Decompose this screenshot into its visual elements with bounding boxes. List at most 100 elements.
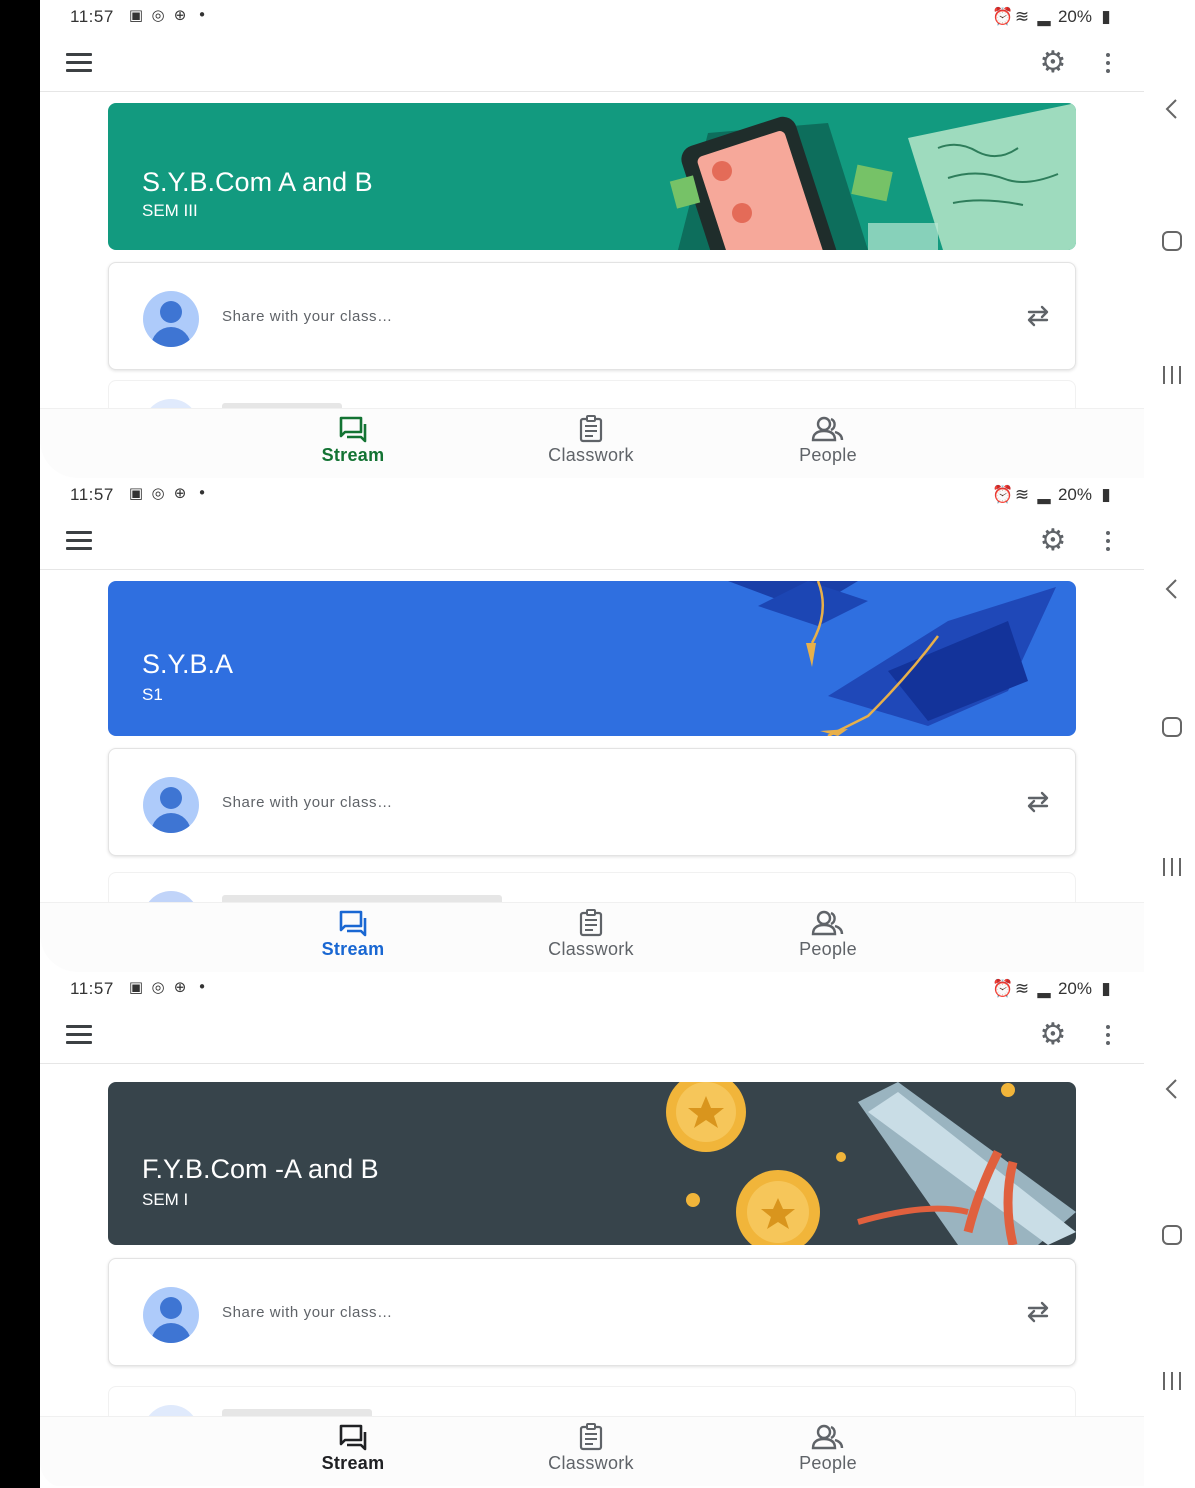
tab-stream[interactable]: Stream [273,1423,433,1483]
battery-level: 20% [1057,7,1092,26]
status-time: 11:57 [70,7,114,26]
avatar [143,777,199,833]
tab-people[interactable]: People [748,1423,908,1483]
avatar [143,1287,199,1343]
stream-icon [339,1424,367,1451]
notification-icon: ▣ [128,978,144,996]
app-bar: ⚙ [40,1008,1144,1064]
tab-stream[interactable]: Stream [273,909,433,969]
battery-level: 20% [1057,979,1092,998]
gear-icon[interactable]: ⚙ [1036,46,1070,80]
share-placeholder: Share with your class… [222,308,393,325]
instagram-icon: ◎ [151,978,165,996]
people-icon [811,416,844,442]
hamburger-icon[interactable] [66,531,92,551]
class-banner[interactable]: S.Y.B.Com A and B SEM III [108,103,1076,250]
tab-classwork-label: Classwork [548,939,634,959]
tab-people[interactable]: People [748,909,908,969]
tab-classwork[interactable]: Classwork [511,1423,671,1483]
notification-icon: ▣ [128,484,144,502]
bottom-navigation: Stream Classwork People [40,408,1144,478]
tab-stream[interactable]: Stream [273,415,433,475]
status-right: ⏰ ≋ ▂ 20% ▮ [992,485,1114,505]
bottom-navigation: Stream Classwork People [40,902,1144,972]
tab-people-label: People [799,1453,857,1473]
class-name: S.Y.B.Com A and B [142,167,373,197]
app-icon: ⊕ [173,978,187,996]
share-with-class-card[interactable]: Share with your class… [108,262,1076,370]
more-vert-icon[interactable] [1098,524,1118,558]
alarm-icon: ⏰ [991,485,1014,505]
status-time: 11:57 [70,485,114,504]
tab-stream-label: Stream [321,1453,385,1473]
battery-level: 20% [1057,485,1092,504]
notification-icons: ▣ ◎ ⊕ • [128,979,210,995]
share-with-class-card[interactable]: Share with your class… [108,1258,1076,1366]
more-vert-icon[interactable] [1098,46,1118,80]
avatar [143,291,199,347]
tab-people[interactable]: People [748,415,908,475]
repost-icon[interactable] [1023,1297,1053,1327]
wifi-icon: ≋ [1014,979,1030,999]
repost-icon[interactable] [1023,301,1053,331]
recents-icon[interactable] [1150,362,1195,388]
repost-icon[interactable] [1023,787,1053,817]
app-icon: ⊕ [173,484,187,502]
status-bar: 11:57 ▣ ◎ ⊕ • ⏰ ≋ ▂ 20% ▮ [40,972,1144,1006]
tab-stream-label: Stream [321,445,385,465]
more-vert-icon[interactable] [1098,1018,1118,1052]
class-section: SEM I [142,1190,189,1209]
class-banner[interactable]: F.Y.B.Com -A and B SEM I [108,1082,1076,1245]
recents-icon[interactable] [1150,854,1195,880]
instagram-icon: ◎ [151,484,165,502]
system-navigation [1150,0,1195,1488]
status-bar: 11:57 ▣ ◎ ⊕ • ⏰ ≋ ▂ 20% ▮ [40,0,1144,34]
signal-icon: ▂ [1037,7,1051,27]
class-name: S.Y.B.A [142,649,234,679]
battery-icon: ▮ [1101,485,1111,505]
people-icon [811,910,844,936]
hamburger-icon[interactable] [66,1025,92,1045]
home-square-icon[interactable] [1150,1222,1195,1248]
classwork-icon [579,415,603,443]
hamburger-icon[interactable] [66,53,92,73]
share-with-class-card[interactable]: Share with your class… [108,748,1076,856]
tab-people-label: People [799,445,857,465]
stream-icon [339,910,367,937]
wifi-icon: ≋ [1014,7,1030,27]
share-placeholder: Share with your class… [222,1304,393,1321]
tab-classwork[interactable]: Classwork [511,909,671,969]
dot-icon: • [197,484,207,502]
gear-icon[interactable]: ⚙ [1036,524,1070,558]
dot-icon: • [197,978,207,996]
classroom-screen-2: 11:57 ▣ ◎ ⊕ • ⏰ ≋ ▂ 20% ▮ ⚙ S.Y.B.A S1 S… [40,478,1144,972]
status-time: 11:57 [70,979,114,998]
signal-icon: ▂ [1037,485,1051,505]
gear-icon[interactable]: ⚙ [1036,1018,1070,1052]
bottom-navigation: Stream Classwork People [40,1416,1144,1486]
home-square-icon[interactable] [1150,714,1195,740]
dot-icon: • [197,6,207,24]
banner-illustration [728,581,1056,736]
home-square-icon[interactable] [1150,228,1195,254]
chevron-left-icon[interactable] [1150,96,1195,122]
instagram-icon: ◎ [151,6,165,24]
stream-icon [339,416,367,443]
chevron-left-icon[interactable] [1150,1076,1195,1102]
battery-icon: ▮ [1101,979,1111,999]
chevron-left-icon[interactable] [1150,576,1195,602]
app-icon: ⊕ [173,6,187,24]
recents-icon[interactable] [1150,1368,1195,1394]
tab-classwork-label: Classwork [548,1453,634,1473]
classroom-screen-3: 11:57 ▣ ◎ ⊕ • ⏰ ≋ ▂ 20% ▮ ⚙ F.Y.B.Com -A… [40,972,1144,1488]
class-name: F.Y.B.Com -A and B [142,1154,379,1184]
share-placeholder: Share with your class… [222,794,393,811]
battery-icon: ▮ [1101,7,1111,27]
tab-classwork[interactable]: Classwork [511,415,671,475]
status-right: ⏰ ≋ ▂ 20% ▮ [992,7,1114,27]
class-banner[interactable]: S.Y.B.A S1 [108,581,1076,736]
wifi-icon: ≋ [1014,485,1030,505]
tab-people-label: People [799,939,857,959]
class-section: S1 [142,685,163,704]
device-bezel [0,0,40,1488]
